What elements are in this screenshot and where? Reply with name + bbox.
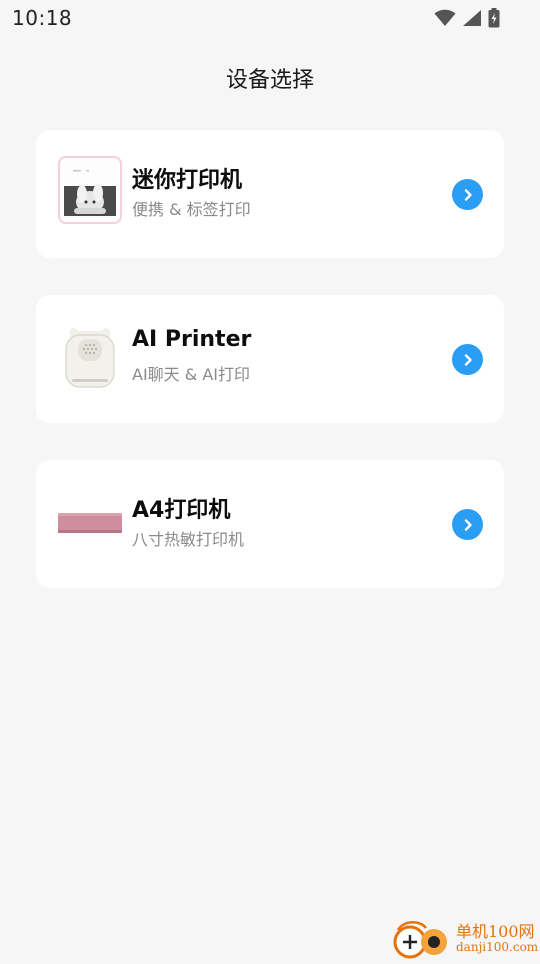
- device-card-mini-printer[interactable]: 迷你打印机 便携 & 标签打印: [36, 130, 504, 258]
- device-title: A4打印机: [132, 498, 231, 523]
- watermark-logo-icon: [393, 921, 447, 959]
- mini-printer-thumbnail: [58, 156, 122, 224]
- cell-signal-icon: [463, 10, 481, 26]
- chevron-right-button[interactable]: [452, 344, 483, 375]
- device-title: AI Printer: [132, 327, 252, 352]
- device-subtitle: 八寸热敏打印机: [132, 530, 245, 549]
- wifi-icon: [434, 9, 456, 26]
- watermark-title: 单机100网: [456, 922, 535, 941]
- device-subtitle: 便携 & 标签打印: [132, 200, 251, 219]
- page-title: 设备选择: [225, 68, 314, 93]
- device-title: 迷你打印机: [132, 168, 243, 193]
- device-card-a4-printer[interactable]: A4打印机 八寸热敏打印机: [36, 460, 504, 588]
- battery-charging-icon: [488, 8, 500, 28]
- status-time: 10:18: [12, 6, 73, 30]
- chevron-right-button[interactable]: [452, 509, 483, 540]
- status-icons: [434, 8, 500, 28]
- chevron-right-icon: [464, 353, 472, 366]
- status-bar: 10:18: [0, 0, 540, 36]
- device-subtitle: AI聊天 & AI打印: [132, 365, 250, 384]
- ai-printer-thumbnail: [65, 328, 115, 388]
- device-card-ai-printer[interactable]: AI Printer AI聊天 & AI打印: [36, 295, 504, 423]
- a4-printer-thumbnail: [58, 513, 122, 533]
- watermark-url: danji100.com: [456, 940, 539, 954]
- watermark: 单机100网 danji100.com: [390, 916, 540, 960]
- chevron-right-icon: [464, 188, 472, 201]
- chevron-right-icon: [464, 518, 472, 531]
- chevron-right-button[interactable]: [452, 179, 483, 210]
